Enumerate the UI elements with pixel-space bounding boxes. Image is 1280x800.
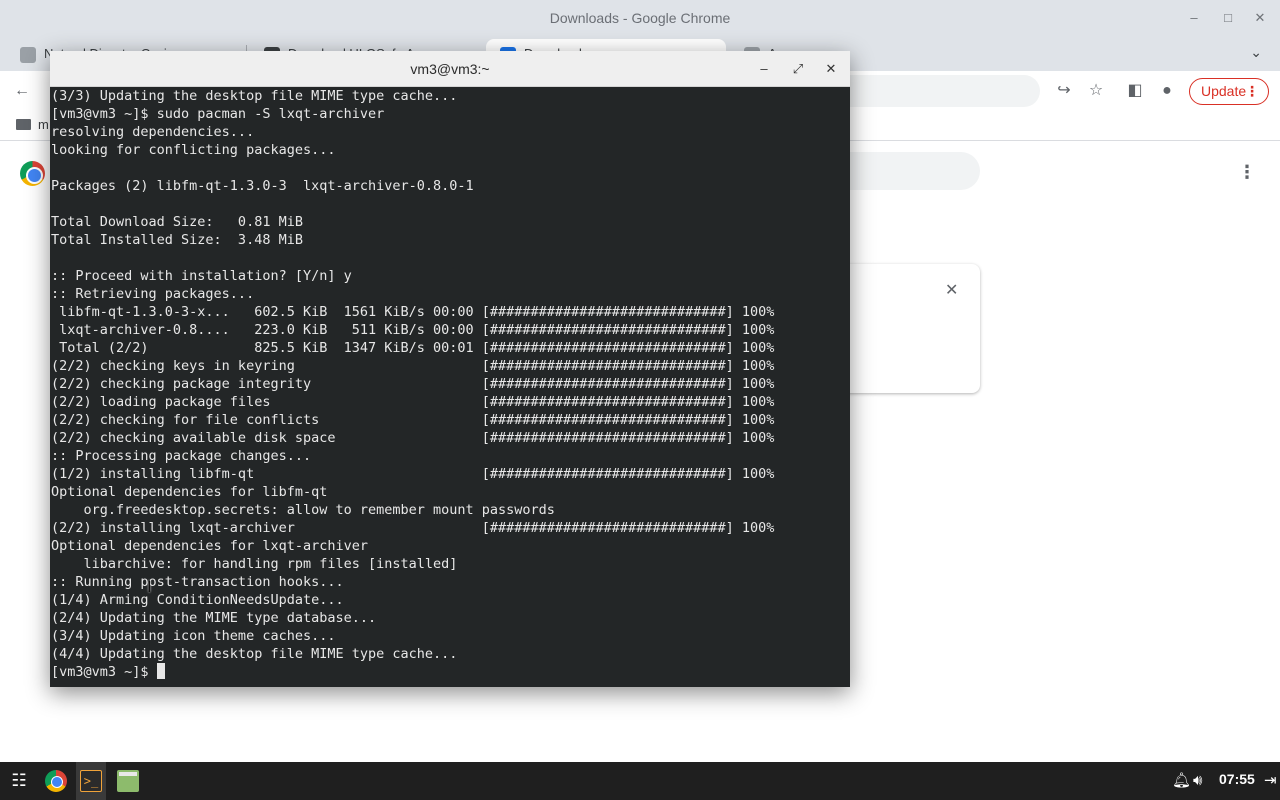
star-icon[interactable]: ☆ (1084, 79, 1108, 103)
clock[interactable]: 07:55 (1219, 771, 1255, 787)
chevron-down-icon[interactable]: ⌄ (1250, 44, 1262, 61)
terminal-line: Total Download Size: 0.81 MiB (51, 214, 303, 230)
terminal-line: (2/2) checking keys in keyring [########… (51, 358, 775, 374)
bookmark-label: m (38, 117, 49, 132)
terminal-line: (1/4) Arming ConditionNeedsUpdate... (51, 592, 344, 608)
terminal-line: :: Processing package changes... (51, 448, 312, 464)
text-cursor (156, 663, 165, 679)
terminal-titlebar[interactable]: vm3@vm3:~ – ⤢ ✕ (50, 51, 850, 87)
terminal-line: Packages (2) libfm-qt-1.3.0-3 lxqt-archi… (51, 178, 474, 194)
terminal-line: resolving dependencies... (51, 124, 255, 140)
minimize-icon[interactable]: – (754, 59, 774, 79)
side-panel-icon[interactable]: ◧ (1123, 79, 1147, 103)
terminal-line: :: Retrieving packages... (51, 286, 255, 302)
terminal-line: looking for conflicting packages... (51, 142, 336, 158)
update-button[interactable]: Update ⋮ (1189, 78, 1269, 105)
terminal-output[interactable]: (3/3) Updating the desktop file MIME typ… (50, 87, 850, 687)
bookmark-folder[interactable]: m (16, 117, 49, 132)
terminal-line: (4/4) Updating the desktop file MIME typ… (51, 646, 458, 662)
maximize-icon[interactable]: □ (1218, 8, 1238, 28)
terminal-line: (3/4) Updating icon theme caches... (51, 628, 336, 644)
terminal-line: Optional dependencies for libfm-qt (51, 484, 328, 500)
terminal-title: vm3@vm3:~ (410, 61, 490, 77)
file-manager-taskbar-icon[interactable] (117, 770, 139, 792)
terminal-line: org.freedesktop.secrets: allow to rememb… (51, 502, 555, 518)
update-label: Update (1201, 83, 1247, 99)
maximize-icon[interactable]: ⤢ (788, 59, 808, 79)
page-icon (20, 47, 36, 63)
terminal-line: :: Proceed with installation? [Y/n] y (51, 268, 352, 284)
close-icon[interactable]: ✕ (1250, 8, 1270, 28)
logout-icon[interactable]: ⇥ (1264, 771, 1277, 791)
minimize-icon[interactable]: – (1184, 8, 1204, 28)
terminal-line: libfm-qt-1.3.0-3-x... 602.5 KiB 1561 KiB… (51, 304, 775, 320)
chrome-logo-icon (20, 161, 45, 186)
ibeam-cursor-icon: I (147, 577, 152, 596)
prompt-text: [vm3@vm3 ~]$ (51, 664, 157, 680)
terminal-prompt[interactable]: [vm3@vm3 ~]$ (51, 663, 850, 681)
folder-icon (16, 119, 31, 130)
terminal-line: libarchive: for handling rpm files [inst… (51, 556, 458, 572)
terminal-window: vm3@vm3:~ – ⤢ ✕ (3/3) Updating the deskt… (50, 51, 850, 687)
back-icon[interactable]: ← (10, 79, 34, 103)
volume-icon[interactable]: 🔊︎ (1193, 771, 1202, 791)
chrome-titlebar: Downloads - Google Chrome – □ ✕ (0, 0, 1280, 37)
share-icon[interactable]: ↪ (1052, 79, 1076, 103)
terminal-line: (2/2) installing lxqt-archiver [########… (51, 520, 775, 536)
terminal-line: (2/4) Updating the MIME type database... (51, 610, 377, 626)
app-grid-icon[interactable]: ☷ (8, 770, 30, 792)
terminal-line: lxqt-archiver-0.8.... 223.0 KiB 511 KiB/… (51, 322, 775, 338)
terminal-line: (2/2) loading package files [###########… (51, 394, 775, 410)
close-icon[interactable]: ✕ (821, 59, 841, 79)
terminal-line: (3/3) Updating the desktop file MIME typ… (51, 88, 458, 104)
terminal-line: (2/2) checking package integrity [######… (51, 376, 775, 392)
terminal-line: [vm3@vm3 ~]$ sudo pacman -S lxqt-archive… (51, 106, 385, 122)
terminal-line: (2/2) checking available disk space [###… (51, 430, 775, 446)
terminal-line: Total Installed Size: 3.48 MiB (51, 232, 303, 248)
terminal-line: (1/2) installing libfm-qt [#############… (51, 466, 775, 482)
terminal-taskbar-icon[interactable]: >_ (80, 770, 102, 792)
taskbar: ☷ >_ 🔔︎ 🔊︎ 07:55 ⇥ (0, 762, 1280, 800)
chrome-window-title: Downloads - Google Chrome (549, 10, 731, 26)
terminal-line: Total (2/2) 825.5 KiB 1347 KiB/s 00:01 [… (51, 340, 775, 356)
profile-icon[interactable]: ● (1155, 79, 1179, 103)
terminal-line: Optional dependencies for lxqt-archiver (51, 538, 368, 554)
more-vert-icon[interactable]: ⋮ (1238, 162, 1256, 183)
close-icon[interactable]: ✕ (945, 280, 958, 300)
bell-icon[interactable]: 🔔︎ (1172, 771, 1191, 791)
chrome-taskbar-icon[interactable] (45, 770, 67, 792)
terminal-line: (2/2) checking for file conflicts [#####… (51, 412, 775, 428)
terminal-line: :: Running post-transaction hooks... (51, 574, 344, 590)
more-vert-icon: ⋮ (1245, 83, 1259, 99)
